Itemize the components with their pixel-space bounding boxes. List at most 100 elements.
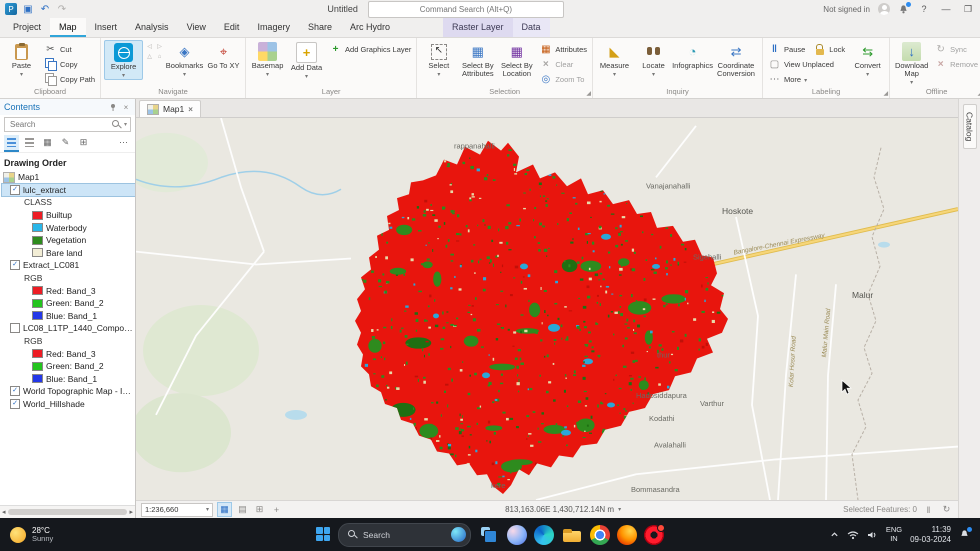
layer-row-vegetation[interactable]: Vegetation: [2, 234, 135, 247]
list-by-editing-button[interactable]: ✎: [58, 135, 73, 152]
list-by-drawing-order-button[interactable]: [4, 134, 19, 152]
scroll-left-icon[interactable]: ◂: [2, 508, 6, 516]
layer-row-bare-land[interactable]: Bare land: [2, 247, 135, 260]
locate-button[interactable]: Locate: [635, 40, 672, 78]
signin-status[interactable]: Not signed in: [823, 5, 870, 14]
layer-row-lulc-extract[interactable]: ✓ lulc_extract: [1, 182, 135, 198]
nav-extent-buttons[interactable]: ◁ ▷ △ ⌂: [145, 40, 164, 62]
layer-row-blue-band-1[interactable]: Blue: Band_1: [2, 310, 135, 323]
zoom-to-button[interactable]: Zoom To: [537, 72, 589, 86]
tab-map[interactable]: Map: [50, 18, 86, 37]
save-icon[interactable]: ▣: [22, 3, 34, 15]
account-avatar[interactable]: [878, 3, 890, 15]
layer-row-blue-band-1[interactable]: Blue: Band_1: [2, 373, 135, 386]
layer-row-builtup[interactable]: Builtup: [2, 209, 135, 222]
select-by-location-button[interactable]: Select By Location: [498, 40, 535, 78]
view-unplaced-button[interactable]: View Unplaced: [766, 57, 847, 71]
full-extent-icon[interactable]: △: [145, 53, 154, 62]
layer-row-lc08-l1tp-1440-compositeband2[interactable]: LC08_L1TP_1440_CompositeBand2: [2, 322, 135, 335]
undo-icon[interactable]: ↶: [39, 3, 51, 15]
dialog-launcher-icon[interactable]: ◢: [884, 90, 889, 97]
dialog-launcher-icon[interactable]: ◢: [586, 90, 591, 97]
layer-row-world-topographic-map-india[interactable]: ✓ World Topographic Map - India: [2, 385, 135, 398]
notification-center-icon[interactable]: [959, 527, 972, 540]
layer-row-class[interactable]: CLASS: [2, 196, 135, 209]
notifications-icon[interactable]: [898, 1, 911, 15]
list-by-snapping-button[interactable]: ⊞: [76, 135, 91, 152]
tab-raster-layer[interactable]: Raster Layer: [443, 18, 513, 37]
layer-checkbox[interactable]: ✓: [10, 184, 20, 195]
cut-button[interactable]: Cut: [42, 42, 97, 56]
sync-button[interactable]: Sync: [932, 42, 980, 56]
wifi-icon[interactable]: [847, 530, 859, 540]
contents-hscrollbar[interactable]: ◂ ▸: [0, 505, 135, 518]
clear-button[interactable]: Clear: [537, 57, 589, 71]
pan-tool-icon[interactable]: +: [270, 503, 283, 516]
pause-drawing-icon[interactable]: ‖: [922, 503, 935, 516]
minimize-button[interactable]: —: [939, 3, 953, 15]
taskbar-search[interactable]: Search: [338, 522, 471, 547]
infographics-button[interactable]: Infographics: [672, 40, 713, 70]
layer-checkbox[interactable]: ✓: [10, 386, 20, 397]
add-graphics-layer-button[interactable]: Add Graphics Layer: [327, 42, 413, 56]
tab-imagery[interactable]: Imagery: [248, 18, 299, 37]
clock[interactable]: 11:39 09-03-2024: [910, 525, 951, 544]
remove-button[interactable]: Remove: [932, 57, 980, 71]
start-button[interactable]: [316, 527, 331, 542]
contents-search[interactable]: ▾: [4, 117, 131, 132]
measure-button[interactable]: Measure: [596, 40, 633, 78]
layer-row-green-band-2[interactable]: Green: Band_2: [2, 297, 135, 310]
close-icon[interactable]: ×: [121, 103, 131, 112]
lock-button[interactable]: Lock: [811, 42, 847, 56]
layout-rows-icon[interactable]: ⊞: [253, 503, 266, 516]
language-indicator[interactable]: ENG IN: [886, 525, 902, 543]
list-by-selection-button[interactable]: ▦: [40, 135, 55, 152]
taskbar-app-firefox[interactable]: [617, 524, 637, 545]
layout-grid-icon[interactable]: ▦: [217, 502, 232, 517]
paste-button[interactable]: Paste: [3, 40, 40, 78]
layer-row-green-band-2[interactable]: Green: Band_2: [2, 360, 135, 373]
layer-row-red-band-3[interactable]: Red: Band_3: [2, 347, 135, 360]
go-to-xy-button[interactable]: Go To XY: [205, 40, 242, 70]
map-view-tab[interactable]: Map1 ×: [139, 100, 201, 117]
layer-row-rgb[interactable]: RGB: [2, 272, 135, 285]
hidden-icons-chevron[interactable]: [830, 530, 839, 539]
layer-row-rgb[interactable]: RGB: [2, 335, 135, 348]
scroll-thumb[interactable]: [7, 509, 128, 515]
taskbar-app-edge[interactable]: [534, 524, 554, 545]
copy-button[interactable]: Copy: [42, 57, 97, 71]
layer-row-map1[interactable]: Map1: [2, 171, 135, 184]
layer-checkbox[interactable]: ✓: [10, 398, 20, 409]
command-search-input[interactable]: [367, 0, 564, 18]
taskbar-app-copilot[interactable]: [507, 524, 527, 545]
layer-row-extract-lc081[interactable]: ✓ Extract_LC081: [2, 259, 135, 272]
help-icon[interactable]: ?: [917, 3, 931, 15]
attributes-button[interactable]: Attributes: [537, 42, 589, 56]
chevron-down-icon[interactable]: ▾: [124, 121, 127, 128]
layer-row-waterbody[interactable]: Waterbody: [2, 221, 135, 234]
download-map-button[interactable]: Download Map: [893, 40, 930, 86]
volume-icon[interactable]: [867, 530, 878, 540]
tab-project[interactable]: Project: [4, 18, 50, 37]
select-by-attributes-button[interactable]: Select By Attributes: [459, 40, 496, 78]
taskbar-app-file-explorer[interactable]: [561, 524, 583, 546]
scale-combobox[interactable]: 1:236,660 ▾: [141, 502, 213, 517]
more-options-icon[interactable]: ⋯: [116, 135, 131, 152]
layer-row-red-band-3[interactable]: Red: Band_3: [2, 284, 135, 297]
layout-columns-icon[interactable]: ▤: [236, 503, 249, 516]
taskbar-app-opera[interactable]: [644, 523, 665, 545]
tab-arc-hydro[interactable]: Arc Hydro: [341, 18, 399, 37]
taskbar-app-chrome[interactable]: [590, 524, 610, 545]
coordinate-readout[interactable]: 813,163.06E 1,430,712.14N m ▾: [505, 505, 621, 514]
copy-path-button[interactable]: Copy Path: [42, 72, 97, 86]
tab-insert[interactable]: Insert: [86, 18, 127, 37]
bookmarks-button[interactable]: Bookmarks: [166, 40, 204, 78]
scroll-right-icon[interactable]: ▸: [129, 508, 133, 516]
list-by-source-button[interactable]: [22, 135, 37, 152]
contents-search-input[interactable]: [8, 119, 109, 130]
pause-button[interactable]: Pause: [766, 42, 807, 56]
basemap-button[interactable]: Basemap: [249, 40, 286, 78]
layer-checkbox[interactable]: ✓: [10, 260, 20, 271]
layer-checkbox[interactable]: [10, 323, 20, 334]
tab-edit[interactable]: Edit: [215, 18, 249, 37]
